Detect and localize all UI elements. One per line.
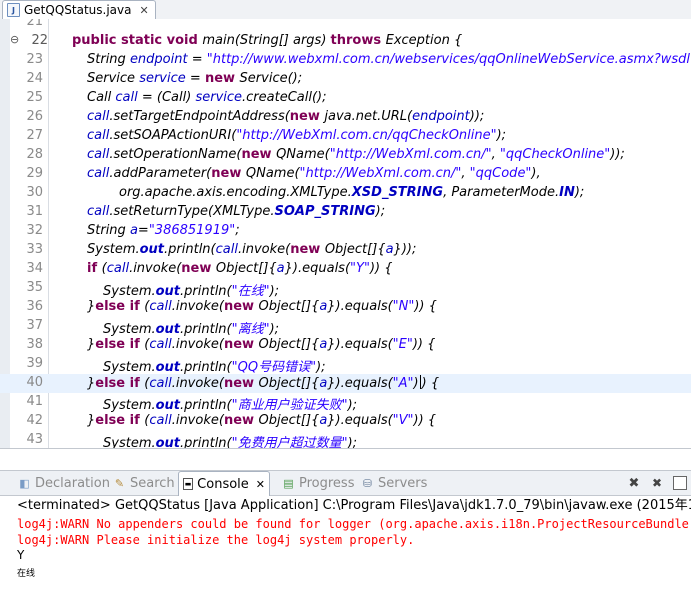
console-line: log4j:WARN Please initialize the log4j s… bbox=[17, 533, 415, 547]
line-number: 41 bbox=[26, 394, 43, 409]
line-number: 21 bbox=[26, 19, 43, 29]
java-file-icon: J bbox=[7, 3, 20, 17]
line-number: 32 bbox=[26, 223, 43, 238]
text-caret bbox=[419, 375, 421, 389]
declaration-icon: ◧ bbox=[19, 477, 30, 490]
console-line: 在线 bbox=[17, 569, 36, 579]
tab-search[interactable]: ✎ Search bbox=[113, 471, 175, 496]
line-number: 43 bbox=[26, 432, 43, 447]
code-text: }else if (call.invoke(new Object[]{a}).e… bbox=[87, 337, 436, 352]
code-text: call.setReturnType(XMLType.SOAP_STRING); bbox=[87, 204, 386, 219]
code-text: call.setTargetEndpointAddress(new java.n… bbox=[87, 109, 485, 124]
code-text: }else if (call.invoke(new Object[]{a}).e… bbox=[87, 375, 440, 391]
tab-servers-label: Servers bbox=[378, 476, 428, 491]
line-number: 36 bbox=[26, 299, 43, 314]
code-text: System.out.println("免费用户超过数量"); bbox=[103, 436, 358, 448]
line-number: 38 bbox=[26, 337, 43, 352]
editor-tab-title: GetQQStatus.java bbox=[24, 3, 132, 17]
code-text: call.addParameter(new QName("http://WebX… bbox=[87, 166, 541, 181]
code-text: Call call = (Call) service.createCall(); bbox=[87, 90, 327, 105]
tab-declaration[interactable]: ◧ Declaration bbox=[18, 471, 110, 496]
code-text: String a="386851919"; bbox=[87, 223, 240, 238]
line-number: 34 bbox=[26, 261, 43, 276]
line-number: 39 bbox=[26, 356, 43, 371]
line-number: 33 bbox=[26, 242, 43, 257]
line-number: 27 bbox=[26, 128, 43, 143]
editor-tab-getqqstatus[interactable]: J GetQQStatus.java ✕ bbox=[2, 0, 156, 19]
code-text: org.apache.axis.encoding.XMLType.XSD_STR… bbox=[119, 185, 585, 200]
line-number: 25 bbox=[26, 90, 43, 105]
line-number: 42 bbox=[26, 413, 43, 428]
console-line: log4j:WARN No appenders could be found f… bbox=[17, 517, 691, 531]
line-number: 23 bbox=[26, 52, 43, 67]
code-text: if (call.invoke(new Object[]{a}).equals(… bbox=[87, 261, 393, 276]
remove-all-launches-icon[interactable]: ✖ bbox=[648, 474, 666, 492]
tab-console[interactable]: ▬ Console ✕ bbox=[178, 471, 270, 496]
code-text: }else if (call.invoke(new Object[]{a}).e… bbox=[87, 299, 437, 314]
console-launch-description: <terminated> GetQQStatus [Java Applicati… bbox=[17, 498, 691, 513]
progress-icon: ▤ bbox=[283, 477, 294, 490]
tab-search-label: Search bbox=[130, 476, 175, 491]
line-number: 22 bbox=[31, 33, 48, 48]
code-text: System.out.println("商业用户验证失败"); bbox=[103, 398, 358, 413]
tab-servers[interactable]: ⛁ Servers bbox=[361, 471, 428, 496]
code-text: }else if (call.invoke(new Object[]{a}).e… bbox=[87, 413, 437, 428]
code-text: call.setSOAPActionURI("http://WebXml.com… bbox=[87, 128, 507, 143]
line-number: 30 bbox=[26, 185, 43, 200]
line-number: 31 bbox=[26, 204, 43, 219]
tab-progress-label: Progress bbox=[299, 476, 355, 491]
console-line: Y bbox=[17, 548, 25, 562]
code-text: Service service = new Service(); bbox=[87, 71, 303, 86]
tab-console-label: Console bbox=[197, 476, 249, 492]
views-tab-bar: ◧ Declaration ✎ Search ▬ Console ✕ ▤ Pro… bbox=[0, 470, 691, 496]
line-number: 37 bbox=[26, 318, 43, 333]
line-number: 29 bbox=[26, 166, 43, 181]
panel-splitter[interactable] bbox=[0, 448, 691, 471]
tab-progress[interactable]: ▤ Progress bbox=[282, 471, 354, 496]
code-text: call.setOperationName(new QName("http://… bbox=[87, 147, 625, 162]
line-number: 26 bbox=[26, 109, 43, 124]
remove-launch-icon[interactable]: ✖ bbox=[625, 474, 643, 492]
console-output[interactable]: log4j:WARN No appenders could be found f… bbox=[0, 516, 691, 599]
line-number: 28 bbox=[26, 147, 43, 162]
code-editor[interactable]: 21 22 ⊖ public static void main(String[] ar… bbox=[0, 19, 691, 448]
search-icon: ✎ bbox=[114, 477, 125, 490]
code-line[interactable] bbox=[0, 19, 691, 32]
code-text: String endpoint = "http://www.webxml.com… bbox=[87, 52, 690, 67]
code-text: System.out.println("QQ号码错误"); bbox=[103, 360, 326, 375]
line-number: 40 bbox=[26, 375, 43, 390]
clear-console-icon[interactable] bbox=[671, 474, 689, 492]
servers-icon: ⛁ bbox=[362, 477, 373, 490]
tab-declaration-label: Declaration bbox=[35, 476, 110, 491]
code-text: System.out.println("在线"); bbox=[103, 284, 280, 299]
close-icon[interactable]: ✕ bbox=[139, 4, 148, 17]
editor-tab-bar: J GetQQStatus.java ✕ bbox=[0, 0, 691, 20]
code-text: System.out.println(call.invoke(new Objec… bbox=[87, 242, 417, 257]
line-number: 24 bbox=[26, 71, 43, 86]
fold-toggle-icon[interactable]: ⊖ bbox=[10, 33, 19, 46]
line-number: 35 bbox=[26, 280, 43, 295]
close-icon[interactable]: ✕ bbox=[256, 478, 265, 491]
console-icon: ▬ bbox=[183, 478, 194, 490]
code-text: public static void main(String[] args) t… bbox=[72, 33, 463, 48]
code-text: System.out.println("离线"); bbox=[103, 322, 280, 337]
